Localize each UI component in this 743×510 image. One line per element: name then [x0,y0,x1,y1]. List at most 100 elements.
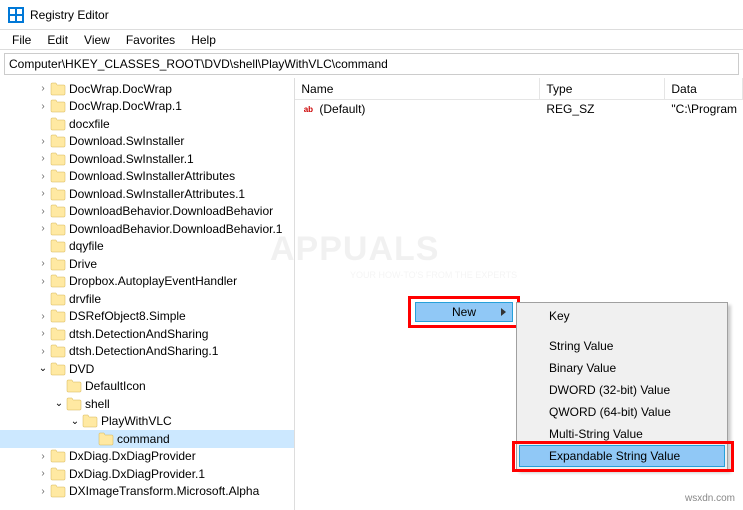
tree-item-label: DxDiag.DxDiagProvider [69,449,196,463]
chevron-right-icon[interactable]: › [36,171,50,182]
tree-item[interactable]: › DocWrap.DocWrap.1 [0,98,294,116]
chevron-right-icon[interactable]: › [36,328,50,339]
tree-panel[interactable]: ›DocWrap.DocWrap›DocWrap.DocWrap.1docxfi… [0,78,295,510]
col-header-name[interactable]: Name [295,78,540,99]
folder-icon [50,134,66,148]
context-menu-item[interactable]: String Value [519,335,725,357]
menu-favorites[interactable]: Favorites [118,31,183,49]
address-text: Computer\HKEY_CLASSES_ROOT\DVD\shell\Pla… [9,57,388,71]
context-menu-item[interactable]: Binary Value [519,357,725,379]
menu-file[interactable]: File [4,31,39,49]
chevron-down-icon[interactable]: ⌄ [52,398,66,409]
tree-item-label: Download.SwInstaller.1 [69,152,194,166]
tree-item[interactable]: ⌄ DVD [0,360,294,378]
chevron-right-icon[interactable]: › [36,101,50,112]
tree-item[interactable]: drvfile [0,290,294,308]
folder-icon [50,257,66,271]
col-header-data[interactable]: Data [665,78,743,99]
string-value-icon: ab [301,102,315,116]
tree-item-label: DSRefObject8.Simple [69,309,186,323]
tree-item-label: shell [85,397,110,411]
tree-item[interactable]: ›DownloadBehavior.DownloadBehavior [0,203,294,221]
tree-item[interactable]: ›DocWrap.DocWrap [0,80,294,98]
chevron-right-icon[interactable]: › [36,451,50,462]
tree-item[interactable]: › DxDiag.DxDiagProvider [0,448,294,466]
tree-item-label: dqyfile [69,239,104,253]
menu-view[interactable]: View [76,31,118,49]
tree-item[interactable]: ⌄PlayWithVLC [0,413,294,431]
value-name: (Default) [319,102,365,116]
folder-icon [66,397,82,411]
context-menu-item[interactable]: DWORD (32-bit) Value [519,379,725,401]
tree-item-label: DefaultIcon [85,379,146,393]
tree-item-label: Drive [69,257,97,271]
tree-item[interactable]: › DSRefObject8.Simple [0,308,294,326]
value-name-cell: ab (Default) [295,102,540,116]
tree-item[interactable]: ›DXImageTransform.Microsoft.Alpha [0,483,294,501]
value-type-cell: REG_SZ [540,102,665,116]
tree-item[interactable]: › Drive [0,255,294,273]
col-header-type[interactable]: Type [540,78,665,99]
folder-icon [50,222,66,236]
tree-item[interactable]: ›Download.SwInstallerAttributes [0,168,294,186]
tree-item[interactable]: dqyfile [0,238,294,256]
tree-item[interactable]: ⌄ shell [0,395,294,413]
tree-item[interactable]: › Download.SwInstaller [0,133,294,151]
menu-edit[interactable]: Edit [39,31,76,49]
chevron-down-icon[interactable]: ⌄ [36,363,50,374]
folder-icon [50,344,66,358]
chevron-right-icon[interactable]: › [36,468,50,479]
folder-icon [50,187,66,201]
tree-item[interactable]: ›dtsh.DetectionAndSharing [0,325,294,343]
tree-item[interactable]: ›DownloadBehavior.DownloadBehavior.1 [0,220,294,238]
tree-item[interactable]: › dtsh.DetectionAndSharing.1 [0,343,294,361]
tree-item-label: DVD [69,362,94,376]
tree-item-label: Download.SwInstallerAttributes.1 [69,187,245,201]
chevron-right-icon[interactable]: › [36,486,50,497]
chevron-right-icon[interactable]: › [36,136,50,147]
chevron-right-icon[interactable]: › [36,83,50,94]
folder-icon [50,362,66,376]
value-row[interactable]: ab(Default)REG_SZ"C:\Program [295,100,743,118]
tree-item[interactable]: › Dropbox.AutoplayEventHandler [0,273,294,291]
context-menu-item[interactable]: Expandable String Value [519,445,725,467]
context-menu-item[interactable]: Multi-String Value [519,423,725,445]
folder-icon [50,327,66,341]
chevron-right-icon[interactable]: › [36,311,50,322]
menu-help[interactable]: Help [183,31,224,49]
chevron-right-icon[interactable]: › [36,258,50,269]
tree-item-label: command [117,432,170,446]
tree-item[interactable]: DefaultIcon [0,378,294,396]
address-bar[interactable]: Computer\HKEY_CLASSES_ROOT\DVD\shell\Pla… [4,53,739,75]
tree-item[interactable]: command [0,430,294,448]
chevron-right-icon[interactable]: › [36,223,50,234]
tree-item[interactable]: › DxDiag.DxDiagProvider.1 [0,465,294,483]
regedit-icon [8,7,24,23]
context-menu-item[interactable]: Key [519,305,725,327]
values-header: Name Type Data [295,78,743,100]
folder-icon [50,467,66,481]
chevron-right-icon[interactable]: › [36,276,50,287]
titlebar: Registry Editor [0,0,743,30]
folder-icon [50,239,66,253]
tree-item-label: dtsh.DetectionAndSharing.1 [69,344,218,358]
context-menu-item[interactable]: QWORD (64-bit) Value [519,401,725,423]
tree-item-label: Dropbox.AutoplayEventHandler [69,274,237,288]
folder-icon [50,117,66,131]
tree-item-label: DxDiag.DxDiagProvider.1 [69,467,205,481]
tree-item-label: DocWrap.DocWrap.1 [69,99,182,113]
window-title: Registry Editor [30,8,109,22]
chevron-right-icon[interactable]: › [36,188,50,199]
chevron-right-icon[interactable]: › [36,153,50,164]
folder-icon [50,484,66,498]
chevron-down-icon[interactable]: ⌄ [68,416,82,427]
chevron-right-icon[interactable]: › [36,346,50,357]
tree-item[interactable]: › Download.SwInstaller.1 [0,150,294,168]
tree-item-label: Download.SwInstaller [69,134,184,148]
folder-icon [98,432,114,446]
tree-item-label: drvfile [69,292,101,306]
tree-item[interactable]: docxfile [0,115,294,133]
tree-item[interactable]: › Download.SwInstallerAttributes.1 [0,185,294,203]
context-submenu-new[interactable]: New [415,302,513,322]
chevron-right-icon[interactable]: › [36,206,50,217]
